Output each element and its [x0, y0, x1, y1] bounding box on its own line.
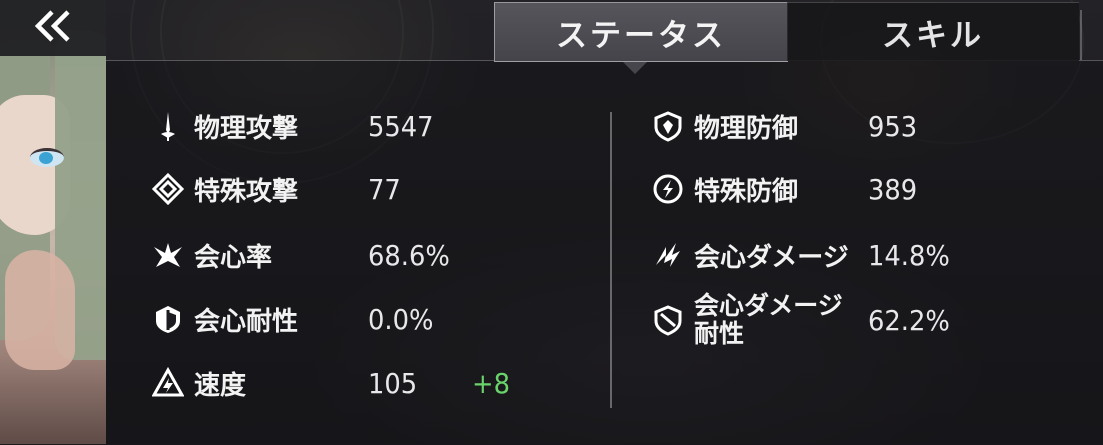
stat-crit-damage-resist: 会心ダメージ 耐性 62.2%	[650, 290, 950, 350]
stat-crit-resist: 会心耐性 0.0%	[150, 294, 433, 344]
tab-status[interactable]: ステータス	[494, 2, 788, 74]
stat-physical-attack: 物理攻撃 5547	[150, 101, 434, 151]
stat-value: 389	[868, 172, 918, 206]
column-divider	[610, 112, 612, 408]
stat-label: 会心ダメージ	[694, 242, 849, 273]
stat-value: 5547	[368, 109, 434, 143]
stat-value: 62.2%	[868, 303, 950, 337]
stat-special-defense: 特殊防御 389	[650, 164, 917, 214]
crit-damage-icon	[650, 237, 686, 273]
speed-icon	[150, 365, 186, 401]
back-button[interactable]	[0, 0, 106, 56]
stat-label: 会心率	[194, 242, 273, 273]
tab-bar-edge	[1080, 10, 1082, 60]
stat-label: 特殊攻撃	[194, 176, 299, 207]
tab-skill[interactable]: スキル	[787, 2, 1079, 61]
stat-label: 特殊防御	[694, 176, 799, 207]
diamond-icon	[150, 171, 186, 207]
tab-status-label: ステータス	[556, 17, 726, 54]
special-defense-icon	[650, 171, 686, 207]
stat-bonus: +8	[472, 366, 510, 400]
stat-label-line1: 会心ダメージ	[694, 291, 843, 320]
sword-icon	[150, 108, 186, 144]
crit-rate-icon	[150, 237, 186, 273]
stat-value: 105	[368, 366, 418, 400]
stat-label: 速度	[194, 370, 247, 401]
stat-label: 物理攻撃	[194, 113, 299, 144]
crit-damage-resist-icon	[650, 302, 686, 338]
stat-crit-damage: 会心ダメージ 14.8%	[650, 230, 950, 280]
stat-label: 会心耐性	[194, 306, 299, 337]
stat-value: 14.8%	[868, 238, 950, 272]
stat-label-line2: 耐性	[694, 319, 745, 348]
stat-crit-rate: 会心率 68.6%	[150, 230, 450, 280]
crit-resist-icon	[150, 301, 186, 337]
stat-value: 68.6%	[368, 238, 450, 272]
stat-label: 会心ダメージ 耐性	[694, 292, 874, 348]
stat-value: 77	[368, 172, 401, 206]
stat-value: 0.0%	[368, 302, 434, 336]
tab-skill-label: スキル	[882, 17, 984, 54]
stat-value: 953	[868, 109, 918, 143]
double-chevron-left-icon	[32, 9, 74, 47]
stat-special-attack: 特殊攻撃 77	[150, 164, 401, 214]
stat-label: 物理防御	[694, 113, 799, 144]
stat-speed: 速度 105 +8	[150, 358, 510, 408]
character-portrait	[0, 0, 106, 444]
stat-physical-defense: 物理防御 953	[650, 101, 917, 151]
shield-icon	[650, 108, 686, 144]
